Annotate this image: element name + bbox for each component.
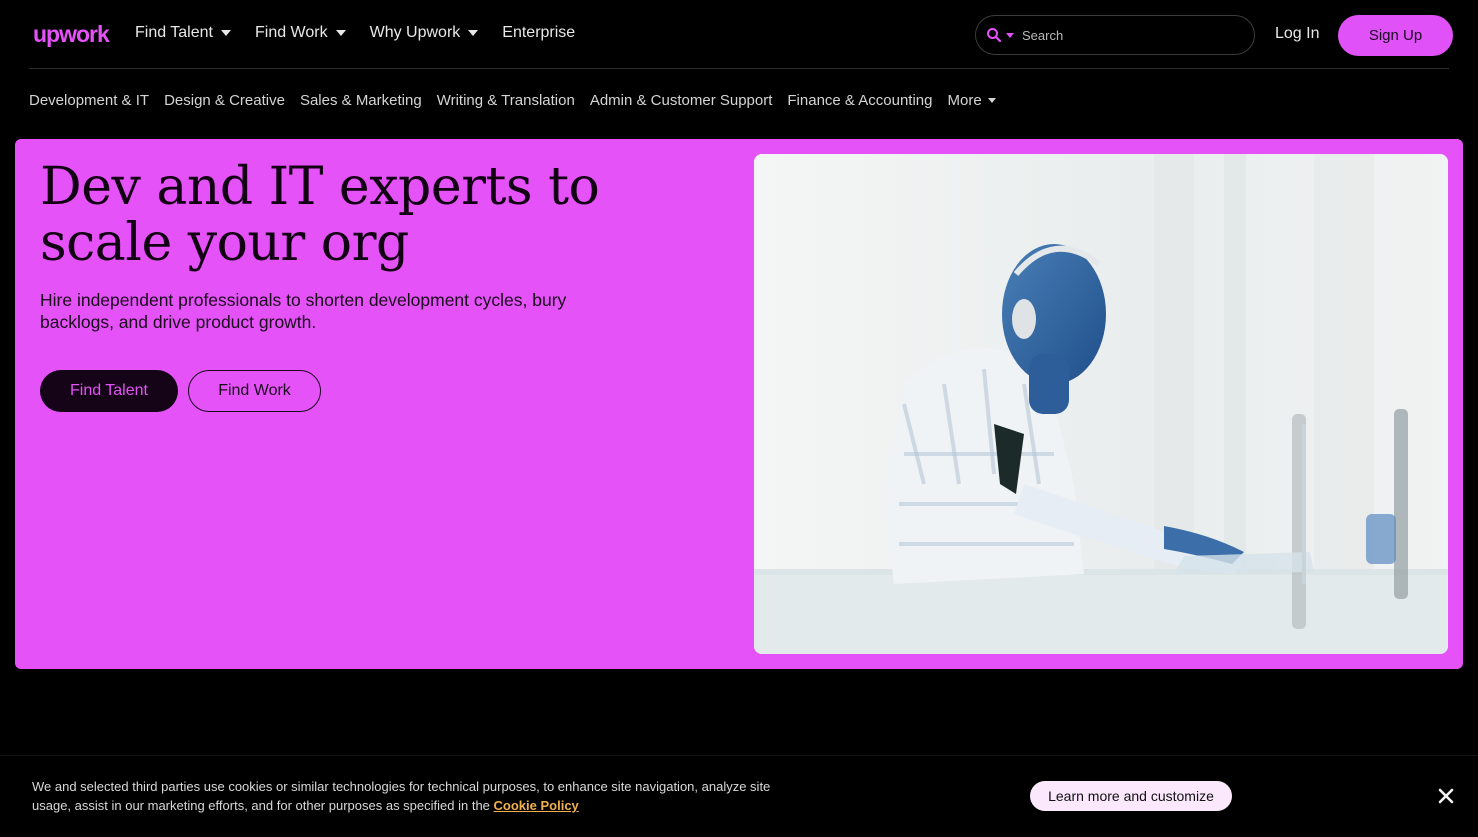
chevron-down-icon xyxy=(468,30,479,36)
search-type-dropdown-icon[interactable] xyxy=(1006,32,1014,38)
category-more-label: More xyxy=(947,92,982,109)
cookie-description: We and selected third parties use cookie… xyxy=(32,779,771,813)
upwork-logo[interactable]: upwork xyxy=(33,20,117,50)
search-input[interactable] xyxy=(1022,27,1232,43)
close-icon[interactable] xyxy=(1436,786,1456,806)
hero-photo-illustration xyxy=(754,154,1448,654)
nav-find-talent-label: Find Talent xyxy=(135,24,213,41)
category-design-creative[interactable]: Design & Creative xyxy=(164,92,285,109)
svg-text:upwork: upwork xyxy=(33,21,110,47)
hero-image xyxy=(754,154,1448,654)
category-writing-translation[interactable]: Writing & Translation xyxy=(437,92,575,109)
login-link[interactable]: Log In xyxy=(1275,25,1319,43)
category-development-it[interactable]: Development & IT xyxy=(29,92,149,109)
hero-section: Dev and IT experts to scale your org Hir… xyxy=(15,139,1463,669)
nav-why-upwork[interactable]: Why Upwork xyxy=(370,24,479,42)
nav-why-upwork-label: Why Upwork xyxy=(369,24,461,41)
nav-find-work[interactable]: Find Work xyxy=(255,24,346,42)
chevron-down-icon xyxy=(220,30,231,36)
nav-find-talent[interactable]: Find Talent xyxy=(135,24,231,42)
chevron-down-icon xyxy=(335,30,346,36)
find-talent-button[interactable]: Find Talent xyxy=(40,370,178,412)
category-nav: Development & IT Design & Creative Sales… xyxy=(29,92,996,109)
learn-more-customize-button[interactable]: Learn more and customize xyxy=(1030,781,1232,811)
cookie-text: We and selected third parties use cookie… xyxy=(32,777,792,815)
category-admin-support[interactable]: Admin & Customer Support xyxy=(590,92,773,109)
category-sales-marketing[interactable]: Sales & Marketing xyxy=(300,92,422,109)
search-box[interactable] xyxy=(975,15,1255,55)
top-header-inner: upwork Find Talent Find Work Why Upwork … xyxy=(29,0,1453,69)
search-icon[interactable] xyxy=(986,27,1002,43)
cookie-banner: We and selected third parties use cookie… xyxy=(0,755,1478,837)
category-finance-accounting[interactable]: Finance & Accounting xyxy=(787,92,932,109)
chevron-down-icon xyxy=(987,98,996,103)
hero-subtitle: Hire independent professionals to shorte… xyxy=(40,290,567,332)
category-more[interactable]: More xyxy=(947,92,996,109)
signup-button[interactable]: Sign Up xyxy=(1338,15,1453,56)
nav-enterprise-label: Enterprise xyxy=(502,24,576,41)
main-nav: Find Talent Find Work Why Upwork Enterpr… xyxy=(135,24,599,42)
find-work-button[interactable]: Find Work xyxy=(188,370,321,412)
nav-enterprise[interactable]: Enterprise xyxy=(502,24,575,42)
hero-title: Dev and IT experts to scale your org xyxy=(40,157,600,273)
nav-find-work-label: Find Work xyxy=(254,24,328,41)
top-header: upwork Find Talent Find Work Why Upwork … xyxy=(0,0,1478,70)
cookie-policy-link[interactable]: Cookie Policy xyxy=(494,798,579,813)
